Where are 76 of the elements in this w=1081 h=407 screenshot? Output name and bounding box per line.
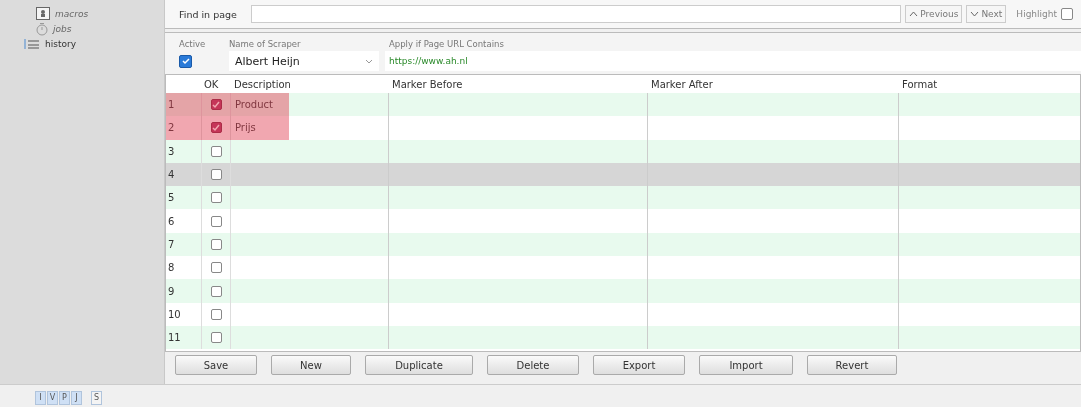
table-row[interactable]: 10 [166,302,1080,326]
column-header: Marker After [650,78,714,90]
row-number: 3 [167,144,176,159]
table-row[interactable]: 9 [166,279,1080,303]
table-row[interactable]: 6 [166,209,1080,233]
table-cell: Product [235,99,273,111]
sidebar-item[interactable]: history [24,36,164,51]
find-field[interactable] [251,5,902,23]
column-header: OK [203,78,220,90]
action-button[interactable]: Import [699,355,793,375]
table-row[interactable]: 2 Prijs [166,116,1080,140]
ok-checkbox[interactable] [210,192,222,204]
action-button[interactable]: Revert [807,355,897,375]
action-button[interactable]: New [271,355,351,375]
action-button[interactable]: Save [175,355,257,375]
caret-up-icon [909,11,919,17]
action-button[interactable]: Duplicate [365,355,473,375]
ok-checkbox[interactable] [210,332,222,344]
ok-checkbox[interactable] [210,238,222,250]
column-header: Marker Before [391,78,464,90]
check-icon [212,123,220,132]
column-label: Apply if Page URL Contains [389,39,504,49]
row-number: 7 [167,237,176,252]
url-field[interactable]: https://www.ah.nl [385,51,1081,71]
scraper-dropdown[interactable]: Albert Heijn [229,51,379,71]
column-header: Description [233,78,292,90]
table-row[interactable]: 3 [166,139,1080,163]
row-number: 5 [167,191,176,206]
script-icon [36,7,50,20]
status-button[interactable]: I [35,390,46,405]
row-number: 8 [167,261,176,276]
status-button[interactable]: J [71,390,82,405]
table-cell: Prijs [235,122,256,134]
column-header: Format [901,78,939,90]
table-row[interactable]: 4 [166,162,1080,187]
row-number: 10 [167,307,182,322]
column-label: Active [179,39,207,49]
highlight-checkbox[interactable] [1061,8,1073,20]
row-number: 9 [167,284,176,299]
sidebar-label: history [45,38,76,49]
table-row[interactable]: 1 Product [166,93,1080,117]
ok-checkbox[interactable] [210,262,222,274]
previous-button[interactable]: Previous [905,5,963,23]
sidebar-label: jobs [53,23,72,34]
ok-checkbox[interactable] [210,169,222,181]
caret-down-icon [970,11,980,17]
stopwatch-icon [36,21,48,36]
status-button[interactable]: V [47,390,58,405]
table-row[interactable]: 7 [166,232,1080,257]
row-number: 1 [167,98,176,113]
check-icon [212,100,220,109]
sidebar-label: macros [55,8,89,19]
ok-checkbox[interactable] [210,215,222,227]
table-row[interactable]: 11 [166,325,1080,350]
chevron-icon [365,58,373,64]
ok-checkbox[interactable] [210,285,222,297]
action-button[interactable]: Export [593,355,685,375]
ok-checkbox[interactable] [210,99,222,111]
check-icon [180,56,191,66]
ok-checkbox[interactable] [210,145,222,157]
row-number: 2 [167,121,176,136]
find-label: Find in page [179,8,238,20]
row-number: 11 [167,331,182,346]
active-checkbox[interactable] [179,54,192,68]
table-row[interactable]: 5 [166,186,1080,210]
row-number: 4 [167,168,176,183]
status-button[interactable]: S [91,390,102,405]
row-number: 6 [167,214,176,229]
status-button[interactable]: P [59,390,70,405]
ok-checkbox[interactable] [210,122,222,134]
highlight-label: Highlight [1016,9,1057,19]
list-icon [24,37,40,50]
action-button[interactable]: Delete [487,355,579,375]
column-label: Name of Scraper [229,39,302,49]
next-button[interactable]: Next [966,5,1007,23]
ok-checkbox[interactable] [210,308,222,320]
